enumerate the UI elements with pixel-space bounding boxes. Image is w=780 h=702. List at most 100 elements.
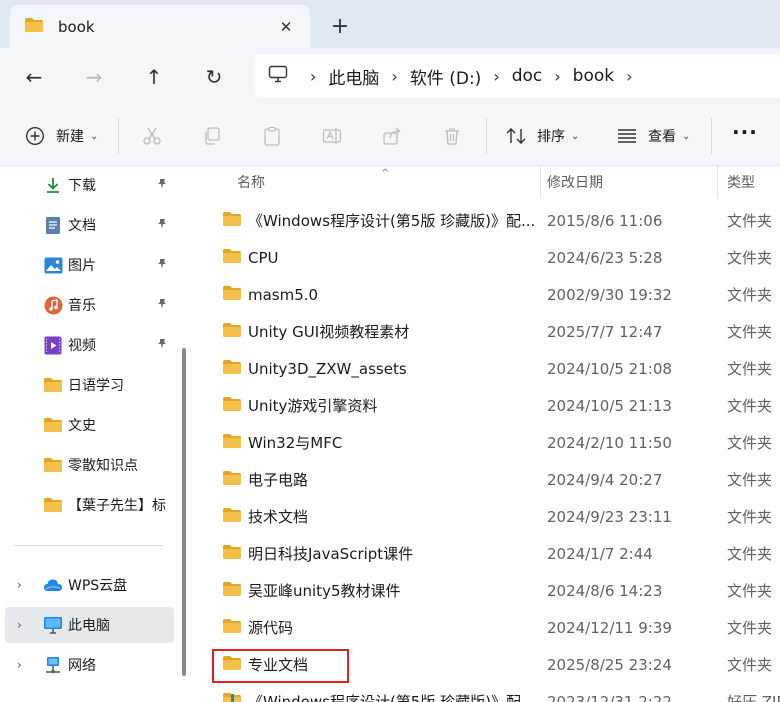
file-row[interactable]: 明日科技JavaScript课件 2024/1/7 2:44 文件夹 <box>212 535 780 572</box>
toolbar-divider <box>711 118 712 154</box>
folder-icon <box>222 433 242 453</box>
tab-book[interactable]: book ✕ <box>10 5 310 49</box>
sort-label: 排序 <box>537 129 565 145</box>
file-row[interactable]: Unity GUI视频教程素材 2025/7/7 12:47 文件夹 <box>212 313 780 350</box>
delete-button[interactable] <box>439 120 465 152</box>
file-list: 名称 ^ 修改日期 类型 《Windows程序设计(第5版 珍藏版)》配... 2… <box>196 166 780 702</box>
file-modified-date: 2015/8/6 11:06 <box>547 211 663 230</box>
close-tab-button[interactable]: ✕ <box>272 13 300 41</box>
breadcrumb-separator[interactable]: › <box>626 67 632 86</box>
breadcrumb-separator[interactable]: › <box>493 67 499 86</box>
folder-icon <box>222 211 242 231</box>
rename-button[interactable] <box>319 120 345 152</box>
sidebar-item-label: 此电脑 <box>68 618 110 634</box>
column-divider[interactable] <box>540 166 541 198</box>
file-row[interactable]: 吴亚峰unity5教材课件 2024/8/6 14:23 文件夹 <box>212 572 780 609</box>
sidebar-item-music[interactable]: 音乐 <box>0 287 176 323</box>
file-row[interactable]: CPU 2024/6/23 5:28 文件夹 <box>212 239 780 276</box>
file-row[interactable]: 技术文档 2024/9/23 23:11 文件夹 <box>212 498 780 535</box>
file-name: 《Windows程序设计(第5版 珍藏版)》配... <box>248 693 536 702</box>
file-row[interactable]: 源代码 2024/12/11 9:39 文件夹 <box>212 609 780 646</box>
new-button[interactable]: 新建 ⌄ <box>22 120 98 152</box>
tab-title: book <box>58 18 95 36</box>
trash-icon <box>439 123 465 149</box>
chevron-right-icon[interactable]: › <box>17 658 22 672</box>
forward-button[interactable]: → <box>78 61 110 93</box>
sidebar-item-yezi-folder[interactable]: 【葉子先生】标 <box>0 487 176 523</box>
file-type: 文件夹 <box>727 249 773 267</box>
file-row[interactable]: Unity3D_ZXW_assets 2024/10/5 21:08 文件夹 <box>212 350 780 387</box>
column-divider[interactable] <box>717 166 718 198</box>
sidebar-item-misc-knowledge[interactable]: 零散知识点 <box>0 447 176 483</box>
sidebar-item-label: 【葉子先生】标 <box>68 498 166 514</box>
up-button[interactable]: ↑ <box>138 61 170 93</box>
file-name: 电子电路 <box>248 471 309 489</box>
folder-icon <box>222 618 242 638</box>
file-row[interactable]: Win32与MFC 2024/2/10 11:50 文件夹 <box>212 424 780 461</box>
share-button[interactable] <box>379 120 405 152</box>
paste-button[interactable] <box>259 120 285 152</box>
highlight-annotation-box <box>212 649 349 683</box>
breadcrumb-drive-d[interactable]: 软件 (D:) <box>410 64 482 89</box>
sidebar-item-japanese-study[interactable]: 日语学习 <box>0 367 176 403</box>
breadcrumb-book[interactable]: book <box>573 66 614 86</box>
pin-icon[interactable] <box>156 338 168 353</box>
pin-icon[interactable] <box>156 298 168 313</box>
file-row[interactable]: 《Windows程序设计(第5版 珍藏版)》配... 2023/12/31 2:2… <box>212 683 780 702</box>
breadcrumb-separator[interactable]: › <box>391 67 397 86</box>
file-row[interactable]: 电子电路 2024/9/4 20:27 文件夹 <box>212 461 780 498</box>
file-modified-date: 2025/8/25 23:24 <box>547 655 672 674</box>
breadcrumb-separator[interactable]: › <box>554 67 560 86</box>
file-type: 文件夹 <box>727 582 773 600</box>
folder-icon <box>222 322 242 342</box>
file-name: CPU <box>248 248 279 267</box>
new-tab-button[interactable]: + <box>326 12 354 40</box>
column-header-name[interactable]: 名称 <box>237 166 265 198</box>
file-row[interactable]: 《Windows程序设计(第5版 珍藏版)》配... 2015/8/6 11:06… <box>212 202 780 239</box>
folder-icon <box>222 470 242 490</box>
more-options-button[interactable]: ··· <box>732 120 758 144</box>
file-type: 文件夹 <box>727 212 773 230</box>
pin-icon[interactable] <box>156 258 168 273</box>
sort-button[interactable]: 排序 ⌄ <box>503 120 579 152</box>
file-type: 文件夹 <box>727 397 773 415</box>
command-bar: 新建 ⌄ 排序 ⌄ 查看 ⌄ ··· <box>0 106 780 166</box>
chevron-right-icon[interactable]: › <box>17 578 22 592</box>
pin-icon[interactable] <box>156 178 168 193</box>
new-label: 新建 <box>56 129 84 145</box>
file-modified-date: 2024/6/23 5:28 <box>547 248 663 267</box>
sidebar-item-literature-history[interactable]: 文史 <box>0 407 176 443</box>
pin-icon[interactable] <box>156 218 168 233</box>
back-button[interactable]: ← <box>18 61 50 93</box>
sidebar-item-wps-cloud[interactable]: › WPS云盘 <box>0 567 176 603</box>
copy-button[interactable] <box>199 120 225 152</box>
address-bar[interactable]: › 此电脑 › 软件 (D:) › doc › book › <box>254 54 780 98</box>
chevron-down-icon: ⌄ <box>571 130 580 142</box>
view-button[interactable]: 查看 ⌄ <box>614 120 690 152</box>
breadcrumb-doc[interactable]: doc <box>512 66 543 86</box>
file-modified-date: 2024/9/4 20:27 <box>547 470 663 489</box>
refresh-button[interactable]: ↻ <box>198 61 230 93</box>
folder-icon <box>43 495 63 515</box>
sidebar-item-this-pc[interactable]: › 此电脑 <box>5 607 174 643</box>
column-header-date[interactable]: 修改日期 <box>547 166 603 198</box>
column-header-type[interactable]: 类型 <box>727 166 755 198</box>
breadcrumb-this-pc[interactable]: 此电脑 <box>328 64 379 89</box>
sidebar-scrollbar[interactable] <box>182 348 186 676</box>
file-name: Unity游戏引擎资料 <box>248 397 378 415</box>
file-type: 文件夹 <box>727 508 773 526</box>
video-icon <box>43 335 63 355</box>
cut-button[interactable] <box>139 120 165 152</box>
list-view-icon <box>614 123 640 149</box>
file-row[interactable]: Unity游戏引擎资料 2024/10/5 21:13 文件夹 <box>212 387 780 424</box>
sidebar-item-videos[interactable]: 视频 <box>0 327 176 363</box>
sidebar-item-documents[interactable]: 文档 <box>0 207 176 243</box>
file-modified-date: 2024/12/11 9:39 <box>547 618 672 637</box>
sidebar-item-pictures[interactable]: 图片 <box>0 247 176 283</box>
sidebar-item-downloads[interactable]: 下载 <box>0 167 176 203</box>
file-modified-date: 2024/9/23 23:11 <box>547 507 672 526</box>
sidebar-item-network[interactable]: › 网络 <box>0 647 176 683</box>
file-row[interactable]: masm5.0 2002/9/30 19:32 文件夹 <box>212 276 780 313</box>
file-modified-date: 2024/2/10 11:50 <box>547 433 672 452</box>
chevron-right-icon[interactable]: › <box>17 618 22 632</box>
